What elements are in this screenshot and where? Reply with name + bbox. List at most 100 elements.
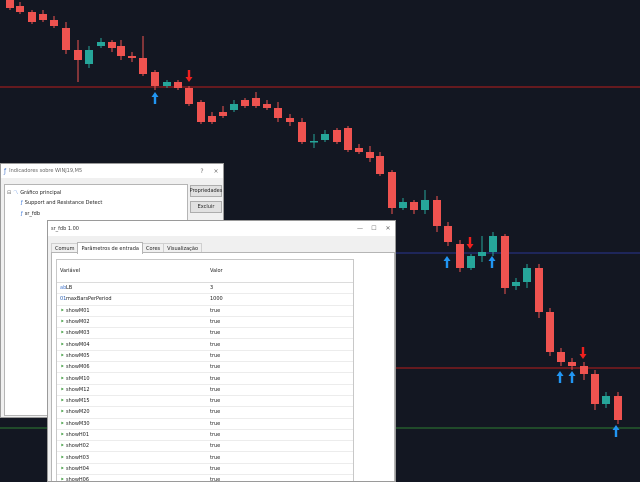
bear-candle: [433, 200, 441, 226]
boolean-icon: ⯈: [60, 454, 65, 461]
parameter-value[interactable]: true: [208, 443, 353, 449]
bear-candle: [580, 366, 588, 374]
tab-input-parameters[interactable]: Parâmetros de entrada: [77, 242, 143, 254]
table-row[interactable]: 01 maxBarsPerPeriod 1000: [57, 294, 353, 306]
parameter-name: showM12: [66, 386, 90, 393]
parameter-value[interactable]: true: [208, 409, 353, 415]
boolean-icon: ⯈: [60, 386, 65, 393]
parameter-name-cell: 01 maxBarsPerPeriod: [57, 296, 208, 302]
indicator-icon: ƒ: [4, 167, 7, 175]
arrow-down-icon: [579, 347, 587, 359]
maximize-button[interactable]: ☐: [367, 225, 381, 232]
boolean-icon: ⯈: [60, 330, 65, 337]
table-row[interactable]: ⯈ showM03 true: [57, 328, 353, 340]
boolean-icon: ⯈: [60, 375, 65, 382]
parameter-name-cell: ⯈ showM03: [57, 330, 208, 336]
close-button[interactable]: ×: [209, 168, 223, 175]
bear-candle: [185, 88, 193, 104]
tree-item-support-resistance[interactable]: ƒ Support and Resistance Detect: [21, 198, 102, 207]
table-row[interactable]: ⯈ showM30 true: [57, 419, 353, 430]
bear-candle: [535, 268, 543, 312]
table-row[interactable]: ⯈ showM06 true: [57, 362, 353, 374]
parameter-value[interactable]: true: [208, 319, 353, 325]
table-row[interactable]: ab LB 3: [57, 283, 353, 295]
parameter-value[interactable]: true: [208, 421, 353, 427]
bear-candle: [501, 236, 509, 288]
bear-candle: [568, 362, 576, 366]
table-row[interactable]: ⯈ showM02 true: [57, 317, 353, 329]
properties-window-title: sr_fdb 1.00: [51, 225, 79, 232]
bear-candle: [208, 116, 216, 122]
table-row[interactable]: ⯈ showM10 true: [57, 373, 353, 385]
parameter-name: showM06: [66, 364, 90, 371]
boolean-icon: ⯈: [60, 409, 65, 416]
parameter-name-cell: ⯈ showH03: [57, 455, 208, 461]
parameter-value[interactable]: true: [208, 376, 353, 382]
parameter-name: showM05: [66, 352, 90, 359]
chart-icon: 〽: [13, 190, 19, 196]
bear-candle: [286, 118, 294, 122]
column-variable: Variável: [60, 268, 81, 274]
parameter-name-cell: ⯈ showM01: [57, 308, 208, 314]
table-row[interactable]: ⯈ showM15 true: [57, 396, 353, 408]
bull-candle: [478, 252, 486, 256]
delete-button[interactable]: Excluir: [190, 201, 222, 213]
table-row[interactable]: ⯈ showH06 true: [57, 475, 353, 481]
parameter-name: showM30: [66, 420, 90, 427]
tree-item-main-chart[interactable]: ⊟ 〽 Gráfico principal: [7, 188, 61, 197]
parameter-value[interactable]: 1000: [208, 296, 353, 302]
parameter-value[interactable]: true: [208, 455, 353, 461]
table-row[interactable]: ⯈ showM20 true: [57, 407, 353, 419]
parameter-name: showH02: [66, 443, 90, 450]
collapse-icon[interactable]: ⊟: [7, 190, 11, 196]
tree-item-sr-fdb[interactable]: ƒ sr_fdb: [21, 209, 40, 218]
bear-candle: [74, 50, 82, 60]
table-row[interactable]: ⯈ showM04 true: [57, 339, 353, 351]
boolean-icon: ⯈: [60, 398, 65, 405]
table-row[interactable]: ⯈ showM05 true: [57, 351, 353, 363]
bear-candle: [444, 226, 452, 242]
arrow-up-icon: [488, 256, 496, 268]
tree-item-label: sr_fdb: [24, 210, 41, 217]
parameter-name: showM01: [66, 307, 90, 314]
boolean-icon: ⯈: [60, 420, 65, 427]
parameter-value[interactable]: true: [208, 330, 353, 336]
parameter-value[interactable]: true: [208, 353, 353, 359]
properties-button[interactable]: Propriedades: [190, 185, 222, 197]
parameters-table[interactable]: Variável Valor ab LB 3 01 maxBarsPerPeriod 10…: [56, 259, 354, 481]
parameter-value[interactable]: true: [208, 398, 353, 404]
parameter-name: showM03: [66, 330, 90, 337]
bear-candle: [388, 172, 396, 208]
boolean-icon: ⯈: [60, 364, 65, 371]
table-row[interactable]: ⯈ showM01 true: [57, 306, 353, 317]
parameter-value[interactable]: true: [208, 466, 353, 472]
bull-candle: [163, 82, 171, 86]
table-row[interactable]: ⯈ showM12 true: [57, 385, 353, 396]
properties-window-titlebar[interactable]: sr_fdb 1.00 — ☐ ✕: [48, 221, 395, 236]
bear-candle: [50, 20, 58, 26]
close-button[interactable]: ✕: [381, 225, 395, 232]
bear-candle: [197, 102, 205, 122]
parameter-value[interactable]: true: [208, 364, 353, 370]
properties-window[interactable]: sr_fdb 1.00 — ☐ ✕ Comum Parâmetros de en…: [47, 220, 396, 482]
table-header: Variável Valor: [57, 260, 353, 283]
column-value: Valor: [210, 268, 223, 274]
table-row[interactable]: ⯈ showH04 true: [57, 464, 353, 476]
parameter-value[interactable]: true: [208, 342, 353, 348]
arrow-down-icon: [185, 70, 193, 82]
help-button[interactable]: ?: [195, 168, 209, 175]
indicators-window-titlebar[interactable]: ƒ Indicadores sobre WINJ19,M5 ? ×: [1, 164, 223, 178]
boolean-icon: ⯈: [60, 352, 65, 359]
minimize-button[interactable]: —: [353, 225, 367, 232]
bull-candle: [602, 396, 610, 404]
parameter-name: showH04: [66, 465, 90, 472]
table-row[interactable]: ⯈ showH02 true: [57, 441, 353, 453]
bull-candle: [230, 104, 238, 110]
table-row[interactable]: ⯈ showH03 true: [57, 452, 353, 464]
parameter-value[interactable]: true: [208, 308, 353, 314]
parameter-value[interactable]: true: [208, 387, 353, 393]
parameter-name-cell: ⯈ showH02: [57, 443, 208, 449]
parameter-value[interactable]: true: [208, 432, 353, 438]
parameter-value[interactable]: 3: [208, 285, 353, 291]
table-row[interactable]: ⯈ showH01 true: [57, 430, 353, 442]
